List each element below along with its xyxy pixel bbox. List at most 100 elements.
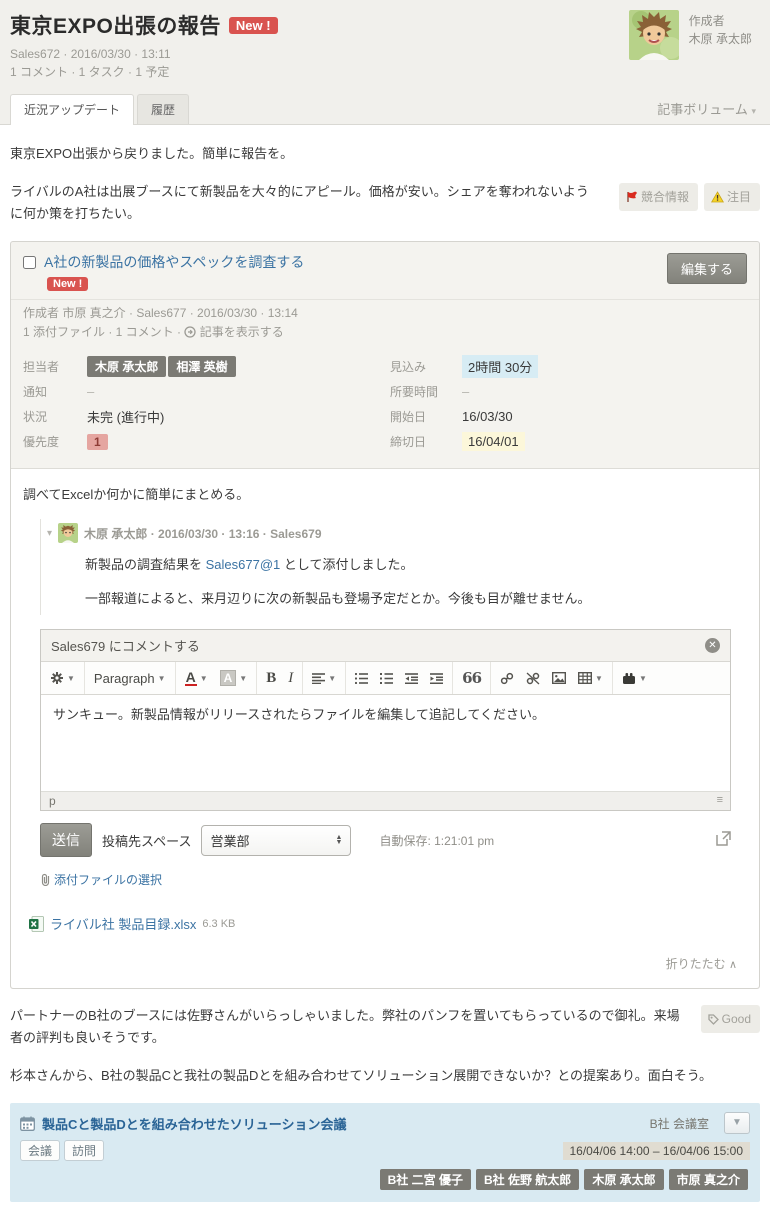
bullet-list-icon [355,673,368,684]
send-button[interactable]: 送信 [40,823,92,857]
task-box: A社の新製品の価格やスペックを調査する New ! 編集する 作成者 市原 真之… [10,241,760,989]
insert-table-button[interactable]: ▼ [572,669,609,687]
numbered-list-button[interactable] [374,670,399,687]
task-checkbox[interactable] [23,256,36,269]
indent-icon [430,673,443,684]
meeting-attendees: B社 二宮 優子 B社 佐野 航太郎 木原 承太郎 市原 真之介 [20,1169,750,1190]
task-fields: 担当者木原 承太郎相澤 英樹 通知– 状況未完 (進行中) 優先度1 見込み2時… [11,350,759,468]
show-article-icon [184,326,196,338]
meeting-tag-kaigi[interactable]: 会議 [20,1140,60,1161]
post-meta-line2: 1 コメント · 1 タスク · 1 予定 [10,64,629,81]
spent-label: 所要時間 [390,383,462,400]
meeting-title-link[interactable]: 製品Cと製品Dとを組み合わせたソリューション会議 [42,1114,347,1133]
numbered-list-icon [380,673,393,684]
comment-thread: ▾ 木原 承太郎 · 2016/03/30 · 13:16 · Sales679… [40,519,733,615]
highlight-color-button[interactable]: A▼ [214,667,254,689]
space-select[interactable]: 営業部▲▼ [201,825,351,856]
show-article-link[interactable]: 記事を表示する [200,325,284,339]
autosave-status: 自動保存: 1:21:01 pm [379,832,494,849]
assignee-tag[interactable]: 木原 承太郎 [87,356,166,377]
new-badge: New ! [229,17,278,34]
align-left-icon [312,673,325,684]
unlink-icon [526,672,540,685]
plugin-icon [622,672,636,685]
plugin-dropdown[interactable]: ▼ [616,669,653,688]
attachment-ref-link[interactable]: Sales677@1 [206,557,281,572]
attendee-tag[interactable]: 木原 承太郎 [584,1169,663,1190]
tag-good[interactable]: Good [701,1005,760,1033]
comment-textarea[interactable]: サンキュー。新製品情報がリリースされたらファイルを編集して追記してください。 [41,695,730,791]
close-icon[interactable]: ✕ [705,638,720,653]
start-date-value: 16/03/30 [462,409,513,424]
attendee-tag[interactable]: B社 佐野 航太郎 [476,1169,579,1190]
tab-status-updates[interactable]: 近況アップデート [10,94,134,125]
post-space-label: 投稿先スペース [102,831,191,850]
report-paragraph-3: パートナーのB社のブースには佐野さんがいらっしゃいました。弊社のパンフを置いても… [10,1008,680,1045]
italic-button[interactable]: I [282,667,299,690]
editor-header-label: Sales679 にコメントする [51,636,200,655]
edit-task-button[interactable]: 編集する [667,253,747,284]
assignee-tag[interactable]: 相澤 英樹 [168,356,235,377]
editor-toolbar: ▼ Paragraph▼ A▼ A▼ B I ▼ [41,661,730,695]
collapse-comment-icon[interactable]: ▾ [47,528,52,539]
attendee-tag[interactable]: 市原 真之介 [669,1169,748,1190]
tab-history[interactable]: 履歴 [137,94,189,124]
due-date-value: 16/04/01 [462,432,525,451]
tab-bar: 近況アップデート 履歴 記事ボリューム ▾ [0,93,770,125]
comment-editor: Sales679 にコメントする ✕ ▼ Paragraph▼ A▼ A▼ [40,629,731,811]
task-new-badge: New ! [47,277,88,291]
blockquote-button[interactable]: 66 [456,666,487,690]
author-name: 木原 承太郎 [689,30,752,48]
page-header: 東京EXPO出張の報告New ! Sales672 · 2016/03/30 ·… [0,0,770,81]
settings-gear-button[interactable]: ▼ [44,668,81,688]
link-button[interactable] [494,669,520,688]
task-title-link[interactable]: A社の新製品の価格やスペックを調査する [44,253,304,271]
popout-icon[interactable] [716,831,731,849]
unlink-button[interactable] [520,669,546,688]
bullet-list-button[interactable] [349,670,374,687]
insert-image-button[interactable] [546,669,572,687]
comment-author-line: 木原 承太郎 · 2016/03/30 · 13:16 · Sales679 [84,525,321,542]
gear-icon [50,671,64,685]
priority-badge: 1 [87,434,108,450]
align-dropdown[interactable]: ▼ [306,670,342,687]
select-attachment-link[interactable]: 添付ファイルの選択 [40,871,731,888]
paragraph-format-dropdown[interactable]: Paragraph▼ [88,668,172,689]
meeting-box: 製品Cと製品Dとを組み合わせたソリューション会議 B社 会議室 ▼ 会議 訪問 … [10,1103,760,1202]
outdent-button[interactable] [399,670,424,687]
estimate-value: 2時間 30分 [462,355,538,378]
page-title: 東京EXPO出張の報告 [10,15,221,38]
spent-value: – [462,384,469,399]
outdent-icon [405,673,418,684]
notify-value: – [87,384,94,399]
attendee-tag[interactable]: B社 二宮 優子 [380,1169,471,1190]
article-volume-dropdown[interactable]: 記事ボリューム ▾ [657,99,756,118]
assignee-label: 担当者 [23,358,87,375]
collapse-task-link[interactable]: 折りたたむ ∧ [23,933,747,982]
calendar-icon [20,1116,35,1131]
select-arrows-icon: ▲▼ [336,835,343,845]
due-date-label: 締切日 [390,433,462,450]
bold-button[interactable]: B [260,667,282,690]
tag-icon [708,1014,719,1025]
chevron-down-icon: ▾ [751,106,756,116]
task-author-line: 作成者 市原 真之介 · Sales677 · 2016/03/30 · 13:… [23,304,747,323]
paperclip-icon [40,873,51,886]
font-color-button[interactable]: A▼ [179,668,214,689]
comment-line1: 新製品の調査結果を Sales677@1 として添付しました。 [85,555,733,575]
highlight-color-icon: A [220,670,237,686]
report-paragraph-2: ライバルのA社は出展ブースにて新製品を大々的にアピール。価格が安い。シェアを奪わ… [10,184,589,221]
indent-button[interactable] [424,670,449,687]
meeting-expand-button[interactable]: ▼ [724,1112,750,1134]
main-content: 東京EXPO出張から戻りました。簡単に報告を。 競合情報注目 ライバルのA社は出… [0,125,770,1212]
tag-attention[interactable]: 注目 [704,183,760,211]
meeting-tag-houmon[interactable]: 訪問 [64,1140,104,1161]
tag-competitor-info[interactable]: 競合情報 [619,183,698,211]
meeting-datetime: 16/04/06 14:00 – 16/04/06 15:00 [563,1142,751,1160]
report-paragraph-1: 東京EXPO出張から戻りました。簡単に報告を。 [10,143,760,165]
attachment-file-link[interactable]: ライバル社 製品目録.xlsx [50,914,196,933]
resize-grip[interactable]: ≡ [717,794,722,808]
attachment-row: ライバル社 製品目録.xlsx 6.3 KB [29,914,731,933]
link-icon [500,672,514,685]
comment-line2: 一部報道によると、来月辺りに次の新製品も登場予定だとか。今後も目が離せません。 [85,589,733,609]
